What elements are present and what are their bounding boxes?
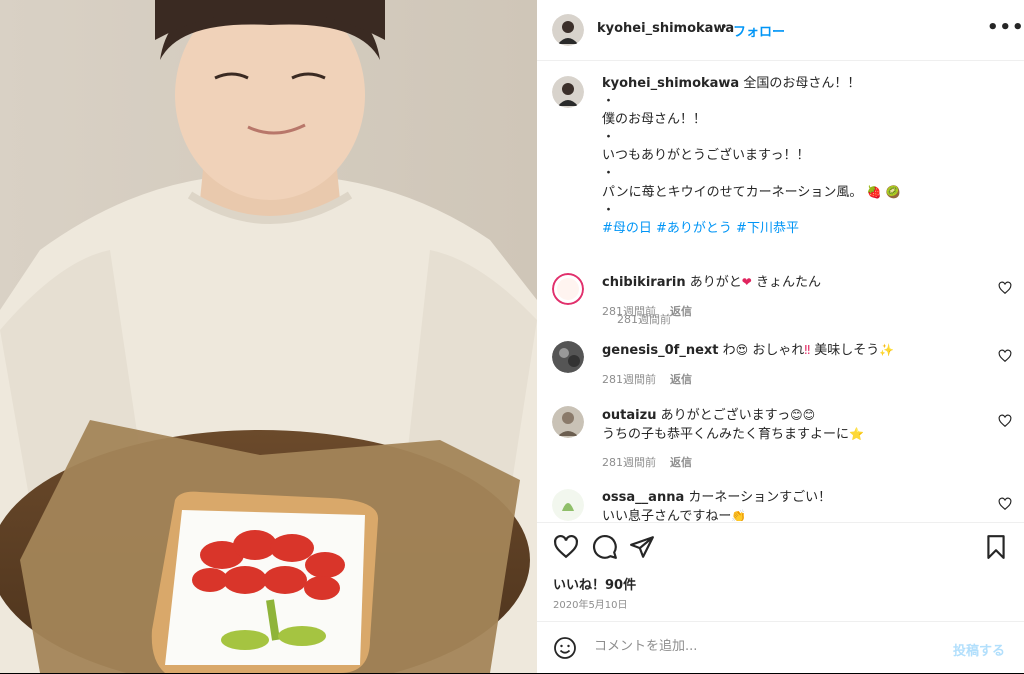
- caption-line: ・: [602, 166, 616, 181]
- comment-body: ありがとございますっ: [660, 408, 791, 423]
- comment-body: いい息子さんですねー: [602, 509, 732, 521]
- strawberry-emoji-icon: 🍓: [866, 185, 882, 199]
- comment-time[interactable]: 281週間前: [602, 456, 656, 469]
- avatar[interactable]: [552, 76, 584, 108]
- star-emoji-icon: ⭐: [849, 427, 864, 441]
- avatar[interactable]: [552, 273, 584, 305]
- avatar-image: [552, 489, 584, 521]
- avatar[interactable]: [552, 341, 584, 373]
- comment-bar: 投稿する: [537, 621, 1024, 674]
- comment-body: 美味しそう: [814, 343, 880, 358]
- clapping-emoji-icon: 👏: [731, 509, 747, 521]
- comment-body: きょんたん: [755, 275, 821, 290]
- comment-body: わ: [722, 343, 736, 358]
- post-actions: いいね！90件 2020年5月10日: [537, 522, 1024, 611]
- comment-body: おしゃれ: [752, 343, 805, 358]
- comment-item: genesis_0f_next わ😍 おしゃれ‼ 美味しそう✨ 281週間前 返信: [552, 341, 1012, 401]
- comment-meta: 281週間前 返信: [602, 454, 706, 470]
- smiling-face-emoji-icon: 😊: [790, 408, 803, 422]
- caption-line: ・: [602, 130, 616, 145]
- caption-line: ・: [602, 94, 616, 109]
- more-options-icon[interactable]: •••: [987, 17, 1024, 38]
- emoji-picker-icon[interactable]: [553, 636, 577, 660]
- reply-button[interactable]: 返信: [670, 456, 692, 469]
- comment-time[interactable]: 281週間前: [602, 305, 656, 318]
- comment-item: outaizu ありがとございますっ😊😊 うちの子も恭平くんみたく育ちますよーに…: [552, 406, 1012, 469]
- comment-input[interactable]: [592, 638, 926, 655]
- avatar-image: [552, 76, 584, 108]
- caption-line: ・: [602, 203, 616, 218]
- caption-line: 全国のお母さん！！: [743, 76, 861, 91]
- comment-meta: 281週間前 返信: [602, 303, 706, 319]
- avatar-image: [552, 14, 584, 46]
- likes-count[interactable]: いいね！90件: [553, 574, 636, 593]
- comment-body: カーネーションすごい！: [688, 490, 832, 505]
- comment-text: ossa__anna カーネーションすごい！ いい息子さんですねー👏: [602, 489, 1002, 521]
- comment-icon[interactable]: [592, 534, 618, 560]
- caption-hashtags[interactable]: #母の日 #ありがとう #下川恭平: [602, 221, 799, 236]
- comment-time[interactable]: 281週間前: [602, 373, 656, 386]
- smiling-face-emoji-icon: 😊: [802, 408, 816, 422]
- comment-body: うちの子も恭平くんみたく育ちますよーに: [602, 427, 850, 442]
- share-icon[interactable]: [629, 534, 655, 560]
- reply-button[interactable]: 返信: [670, 305, 692, 318]
- comment-meta: 281週間前 返信: [602, 371, 706, 387]
- caption-text: kyohei_shimokawa 全国のお母さん！！ ・ 僕のお母さん！！ ・ …: [602, 75, 1002, 238]
- like-comment-icon[interactable]: [998, 281, 1012, 295]
- caption-line: いつもありがとうございますっ！！: [602, 148, 810, 163]
- comment-username[interactable]: genesis_0f_next: [602, 343, 719, 358]
- photo-illustration: [0, 0, 537, 673]
- caption-line: 僕のお母さん！！: [602, 112, 707, 127]
- comment-text: chibikirarin ありがと❤ きょんたん: [602, 273, 1002, 292]
- instagram-post: kyohei_shimokawa • フォロー ••• kyohei_shimo…: [0, 0, 1024, 673]
- comment-username[interactable]: ossa__anna: [602, 490, 684, 505]
- avatar-image: [552, 273, 584, 305]
- like-comment-icon[interactable]: [998, 349, 1012, 363]
- follow-button[interactable]: フォロー: [733, 21, 785, 40]
- header-username[interactable]: kyohei_shimokawa: [597, 21, 734, 36]
- comment-text: outaizu ありがとございますっ😊😊 うちの子も恭平くんみたく育ちますよーに…: [602, 406, 1002, 444]
- heart-emoji-icon: ❤: [741, 275, 752, 289]
- comment-body: ありがと: [689, 275, 742, 290]
- post-comment-button[interactable]: 投稿する: [953, 640, 1005, 659]
- bookmark-icon[interactable]: [983, 534, 1009, 560]
- post-header: kyohei_shimokawa • フォロー •••: [537, 0, 1024, 61]
- separator-dot: •: [720, 20, 728, 35]
- sparkles-emoji-icon: ✨: [879, 343, 895, 357]
- post-side-panel: kyohei_shimokawa • フォロー ••• kyohei_shimo…: [537, 0, 1024, 673]
- like-icon[interactable]: [553, 534, 579, 560]
- comment-username[interactable]: chibikirarin: [602, 275, 686, 290]
- heart-eyes-emoji-icon: 😍: [735, 343, 749, 357]
- reply-button[interactable]: 返信: [670, 373, 692, 386]
- post-date[interactable]: 2020年5月10日: [553, 596, 628, 611]
- comments-list[interactable]: kyohei_shimokawa 全国のお母さん！！ ・ 僕のお母さん！！ ・ …: [537, 61, 1024, 521]
- like-comment-icon[interactable]: [998, 497, 1012, 511]
- comment-item: chibikirarin ありがと❤ きょんたん 281週間前 返信: [552, 273, 1012, 333]
- comment-username[interactable]: outaizu: [602, 408, 656, 423]
- caption-username[interactable]: kyohei_shimokawa: [602, 76, 739, 91]
- avatar[interactable]: [552, 14, 584, 46]
- kiwi-emoji-icon: 🥝: [885, 185, 901, 199]
- exclamation-emoji-icon: ‼: [804, 343, 811, 357]
- like-comment-icon[interactable]: [998, 414, 1012, 428]
- post-photo[interactable]: [0, 0, 537, 673]
- caption-line: パンに苺とキウイのせてカーネーション風。: [602, 185, 863, 200]
- avatar-image: [552, 406, 584, 438]
- avatar[interactable]: [552, 406, 584, 438]
- avatar[interactable]: [552, 489, 584, 521]
- avatar-image: [552, 341, 584, 373]
- comment-text: genesis_0f_next わ😍 おしゃれ‼ 美味しそう✨: [602, 341, 1002, 360]
- comment-item: ossa__anna カーネーションすごい！ いい息子さんですねー👏: [552, 489, 1012, 521]
